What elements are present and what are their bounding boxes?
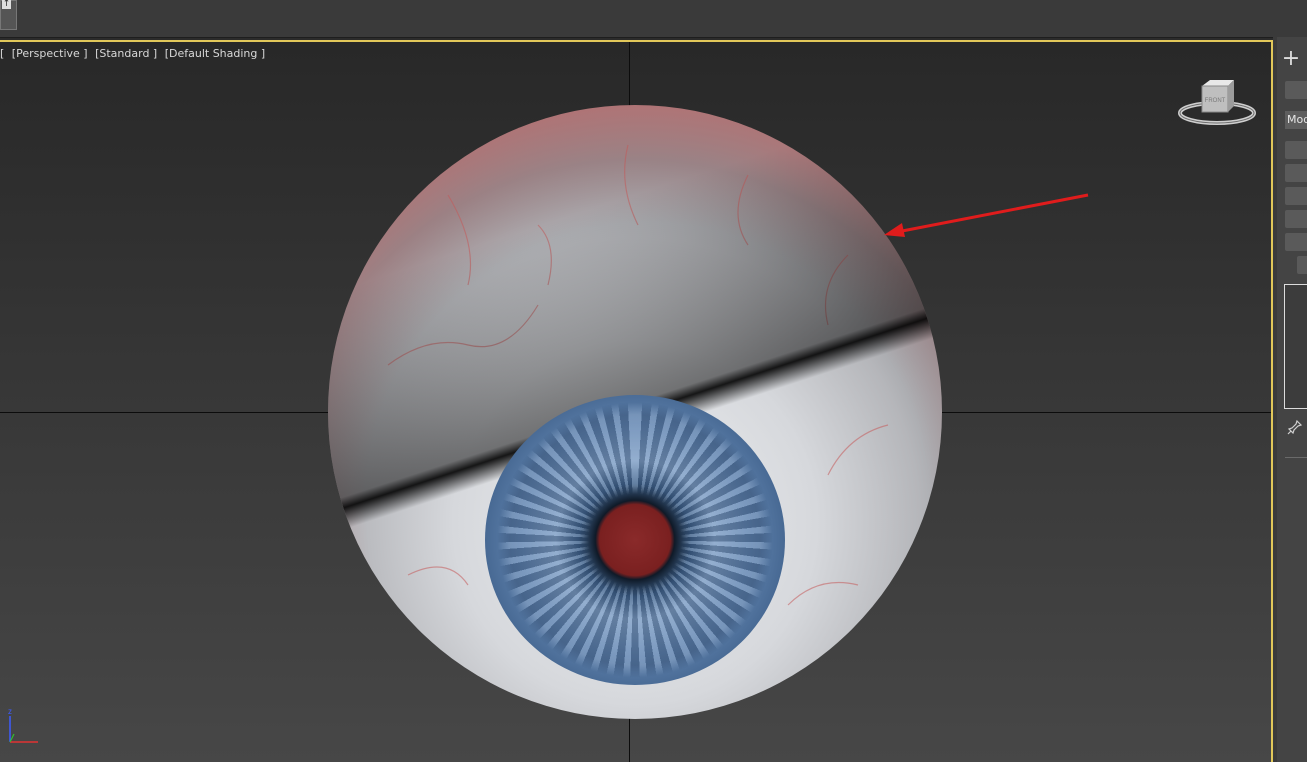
viewport-label-menu[interactable]: [ [Perspective ] [Standard ] [Default Sh… <box>0 47 269 60</box>
axis-tripod-icon: z <box>8 707 38 743</box>
top-toolbar: ↑ <box>0 0 1307 38</box>
viewport-label-prefix[interactable]: [ <box>0 47 4 60</box>
viewport-label-shading[interactable]: [Default Shading ] <box>165 47 265 60</box>
modifier-stack-list[interactable] <box>1284 284 1307 409</box>
panel-field[interactable] <box>1285 81 1307 99</box>
viewport-label-perspective[interactable]: [Perspective ] <box>12 47 88 60</box>
toolbar-button[interactable]: ↑ <box>0 0 17 30</box>
pin-icon[interactable] <box>1287 419 1303 435</box>
viewport-label-standard[interactable]: [Standard ] <box>95 47 157 60</box>
modify-tab-button[interactable]: Mod <box>1285 111 1307 129</box>
axis-z-label: z <box>8 707 12 716</box>
panel-button[interactable] <box>1285 164 1307 182</box>
panel-button[interactable] <box>1285 210 1307 228</box>
arrow-up-icon: ↑ <box>2 0 11 9</box>
viewcube-icon[interactable]: FRONT <box>1176 76 1258 132</box>
panel-button[interactable] <box>1285 141 1307 159</box>
panel-button[interactable] <box>1285 187 1307 205</box>
iris-texture <box>485 395 785 685</box>
eyeball-model[interactable] <box>328 105 942 719</box>
perspective-viewport[interactable]: [ [Perspective ] [Standard ] [Default Sh… <box>0 40 1273 762</box>
panel-divider <box>1285 457 1307 458</box>
command-panel: + Mod <box>1273 37 1307 762</box>
iris <box>485 395 785 685</box>
create-tab-button[interactable]: + <box>1279 47 1303 71</box>
panel-button[interactable] <box>1285 233 1307 251</box>
viewcube-face-label: FRONT <box>1205 98 1226 104</box>
panel-button[interactable] <box>1297 256 1307 274</box>
